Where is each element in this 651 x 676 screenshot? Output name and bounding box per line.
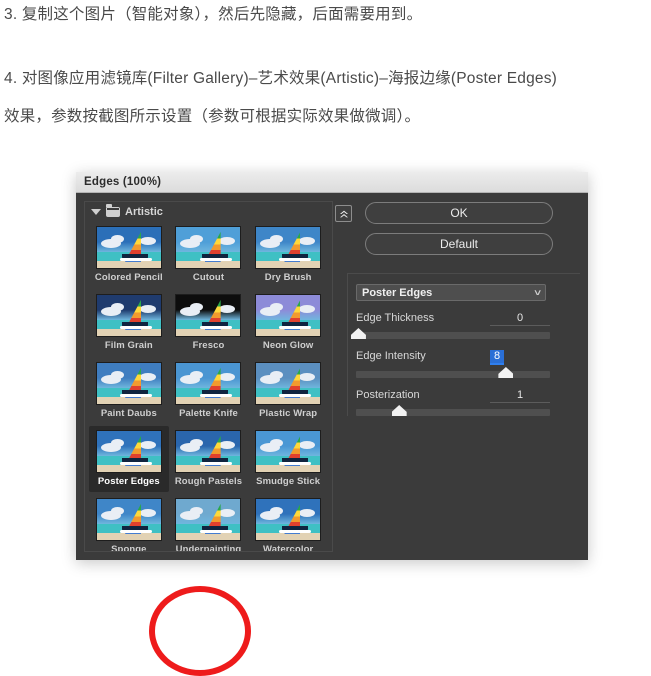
filter-thumbnail-grid: Colored Pencil Cutout Dry Brush Film Grain F… — [85, 222, 332, 552]
filter-preview-image — [95, 498, 162, 541]
filter-thumbnail-label: Film Grain — [104, 340, 153, 351]
filter-select-value: Poster Edges — [362, 286, 433, 299]
slider-label: Posterization — [356, 389, 420, 401]
filter-thumbnail-label: Underpainting — [175, 544, 242, 552]
category-label: Artistic — [125, 206, 163, 218]
filter-preview-image — [95, 362, 162, 405]
dialog-title: Edges (100%) — [84, 176, 162, 188]
folder-icon — [106, 204, 120, 217]
filter-thumbnail-palette-knife[interactable]: Palette Knife — [169, 358, 249, 424]
slider-label: Edge Intensity — [356, 350, 426, 362]
filter-thumbnail-neon-glow[interactable]: Neon Glow — [248, 290, 328, 356]
filter-thumbnail-paint-daubs[interactable]: Paint Daubs — [89, 358, 169, 424]
filter-thumbnail-label: Watercolor — [263, 544, 314, 552]
slider-row: Edge Thickness 0 — [356, 312, 550, 326]
filter-preview-image — [175, 498, 242, 541]
filter-thumbnail-label: Paint Daubs — [100, 408, 157, 419]
slider-group-posterization: Posterization 1 — [356, 389, 550, 416]
filter-thumbnail-cutout[interactable]: Cutout — [169, 222, 249, 288]
slider-group-edge-intensity: Edge Intensity 8 — [356, 350, 550, 378]
filter-thumbnail-colored-pencil[interactable]: Colored Pencil — [89, 222, 169, 288]
filter-thumbnail-label: Palette Knife — [179, 408, 238, 419]
slider-knob[interactable] — [391, 405, 407, 416]
slider-knob[interactable] — [350, 328, 366, 339]
filter-preview-image — [255, 294, 322, 337]
filter-thumbnail-label: Fresco — [192, 340, 225, 351]
filter-thumbnail-fresco[interactable]: Fresco — [169, 290, 249, 356]
filter-thumbnail-label: Dry Brush — [264, 272, 312, 283]
slider-track[interactable] — [350, 328, 550, 339]
filter-preview-image — [175, 430, 242, 473]
filter-thumbnail-watercolor[interactable]: Watercolor — [248, 494, 328, 552]
filter-preview-image — [175, 294, 242, 337]
filter-thumbnail-label: Smudge Stick — [256, 476, 321, 487]
filter-preview-image — [255, 430, 322, 473]
filter-thumbnail-smudge-stick[interactable]: Smudge Stick — [248, 426, 328, 492]
tutorial-line-4a: 4. 对图像应用滤镜库(Filter Gallery)–艺术效果(Artisti… — [4, 70, 558, 87]
filter-thumbnail-film-grain[interactable]: Film Grain — [89, 290, 169, 356]
filter-thumbnail-underpainting[interactable]: Underpainting — [169, 494, 249, 552]
filter-thumbnail-label: Poster Edges — [97, 476, 160, 487]
slider-value-field[interactable]: 0 — [490, 312, 550, 326]
slider-group-edge-thickness: Edge Thickness 0 — [350, 312, 550, 339]
default-button-label: Default — [439, 237, 479, 251]
chevron-down-icon: ˅ — [533, 287, 541, 298]
filter-thumbnail-plastic-wrap[interactable]: Plastic Wrap — [248, 358, 328, 424]
slider-track[interactable] — [356, 367, 550, 378]
filter-gallery-dialog: Edges (100%) Artistic Colored Pencil Cuto… — [76, 172, 588, 676]
ok-button[interactable]: OK — [365, 202, 553, 224]
slider-track[interactable] — [356, 405, 550, 416]
filter-thumbnail-dry-brush[interactable]: Dry Brush — [248, 222, 328, 288]
filter-thumbnail-label: Rough Pastels — [174, 476, 243, 487]
triangle-down-icon[interactable] — [91, 209, 101, 215]
filter-preview-image — [255, 226, 322, 269]
filter-thumbnail-label: Plastic Wrap — [259, 408, 318, 419]
default-button[interactable]: Default — [365, 233, 553, 255]
filter-preview-image — [255, 498, 322, 541]
filter-preview-image — [95, 430, 162, 473]
filter-preview-image — [95, 226, 162, 269]
slider-row: Edge Intensity 8 — [356, 350, 550, 365]
slider-label: Edge Thickness — [356, 312, 435, 324]
slider-list: Edge Thickness 0 Edge Intensity 8 Posterizat… — [348, 312, 580, 416]
filter-thumbnail-label: Cutout — [192, 272, 225, 283]
red-ellipse-highlight-annotation — [149, 586, 251, 676]
filter-controls-panel: OK Default Poster Edges ˅ Edge Thickness… — [333, 201, 580, 552]
parameter-box: Poster Edges ˅ Edge Thickness 0 Edge Inten… — [347, 273, 580, 416]
filter-gallery-panel[interactable]: Artistic Colored Pencil Cutout Dry Brush Fi… — [84, 201, 333, 552]
tutorial-line-4b: 效果，参数按截图所示设置（参数可根据实际效果做微调）。 — [4, 108, 421, 125]
filter-thumbnail-label: Colored Pencil — [94, 272, 163, 283]
filter-preview-image — [95, 294, 162, 337]
filter-preview-image — [255, 362, 322, 405]
filter-thumbnail-label: Neon Glow — [262, 340, 314, 351]
dialog-title-bar[interactable]: Edges (100%) — [76, 172, 588, 193]
slider-knob[interactable] — [498, 367, 514, 378]
slider-value-field[interactable]: 8 — [490, 350, 504, 365]
category-header-artistic[interactable]: Artistic — [85, 202, 332, 222]
filter-thumbnail-poster-edges[interactable]: Poster Edges — [89, 426, 169, 492]
ok-button-label: OK — [450, 206, 468, 220]
filter-thumbnail-rough-pastels[interactable]: Rough Pastels — [169, 426, 249, 492]
dialog-body: Artistic Colored Pencil Cutout Dry Brush Fi… — [76, 193, 588, 560]
double-chevron-up-icon[interactable] — [335, 205, 352, 222]
filter-thumbnail-sponge[interactable]: Sponge — [89, 494, 169, 552]
tutorial-line-3: 3. 复制这个图片（智能对象），然后先隐藏，后面需要用到。 — [4, 6, 423, 23]
filter-thumbnail-label: Sponge — [111, 544, 147, 552]
filter-preview-image — [175, 362, 242, 405]
slider-row: Posterization 1 — [356, 389, 550, 403]
slider-value-field[interactable]: 1 — [490, 389, 550, 403]
filter-preview-image — [175, 226, 242, 269]
filter-select-dropdown[interactable]: Poster Edges ˅ — [356, 284, 546, 301]
